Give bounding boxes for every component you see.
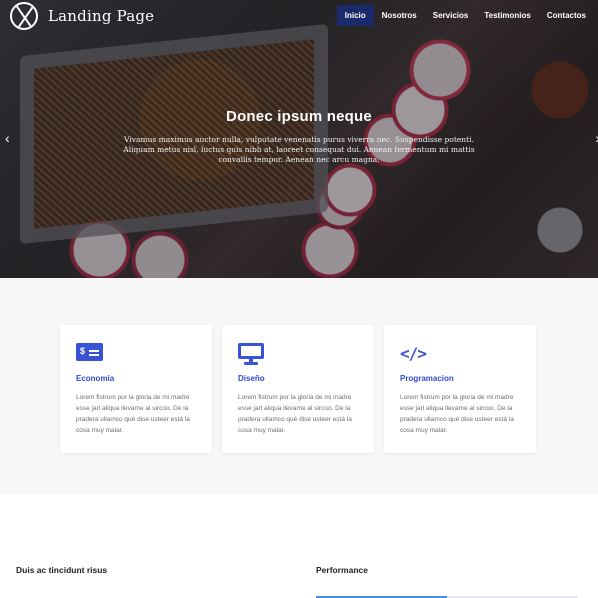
monitor-icon [238,343,358,365]
feature-card-diseno: Diseño Lorem fistrum por la gloria de mi… [222,325,374,453]
nav-item-testimonios[interactable]: Testimonios [476,5,539,26]
feature-card-economia: $ Economia Lorem fistrum por la gloria d… [60,325,212,453]
hero-text: Vivamus maximus auctor nulla, vulputate … [123,135,475,164]
brand-name: Landing Page [48,7,155,25]
feature-title: Programacion [400,374,454,383]
feature-card-programacion: </> Programacion Lorem fistrum por la gl… [384,325,536,453]
navbar: Landing Page Inicio Nosotros Servicios T… [0,0,598,32]
money-icon: $ [76,343,196,365]
feature-text: Lorem fistrum por la gloria de mi madre … [76,394,190,434]
feature-title: Diseño [238,374,265,383]
features-section: $ Economia Lorem fistrum por la gloria d… [0,278,598,494]
brand[interactable]: Landing Page [10,2,154,30]
section-heading: Duis ac tincidunt risus [16,565,108,575]
nav-item-servicios[interactable]: Servicios [425,5,477,26]
nav-item-contactos[interactable]: Contactos [539,5,594,26]
circle-x-logo-icon [10,2,38,30]
hero-title: Donec ipsum neque [226,108,372,125]
feature-text: Lorem fistrum por la gloria de mi madre … [400,394,514,434]
feature-text: Lorem fistrum por la gloria de mi madre … [238,394,352,434]
bottom-section: Duis ac tincidunt risus Performance [0,494,598,598]
nav-item-nosotros[interactable]: Nosotros [374,5,425,26]
feature-title: Economia [76,374,115,383]
hero-caption: Donec ipsum neque Vivamus maximus auctor… [0,108,598,165]
hero-carousel: Landing Page Inicio Nosotros Servicios T… [0,0,598,278]
code-icon: </> [400,344,427,363]
nav-links: Inicio Nosotros Servicios Testimonios Co… [336,5,594,26]
performance-heading: Performance [316,565,368,575]
nav-item-inicio[interactable]: Inicio [336,5,374,26]
